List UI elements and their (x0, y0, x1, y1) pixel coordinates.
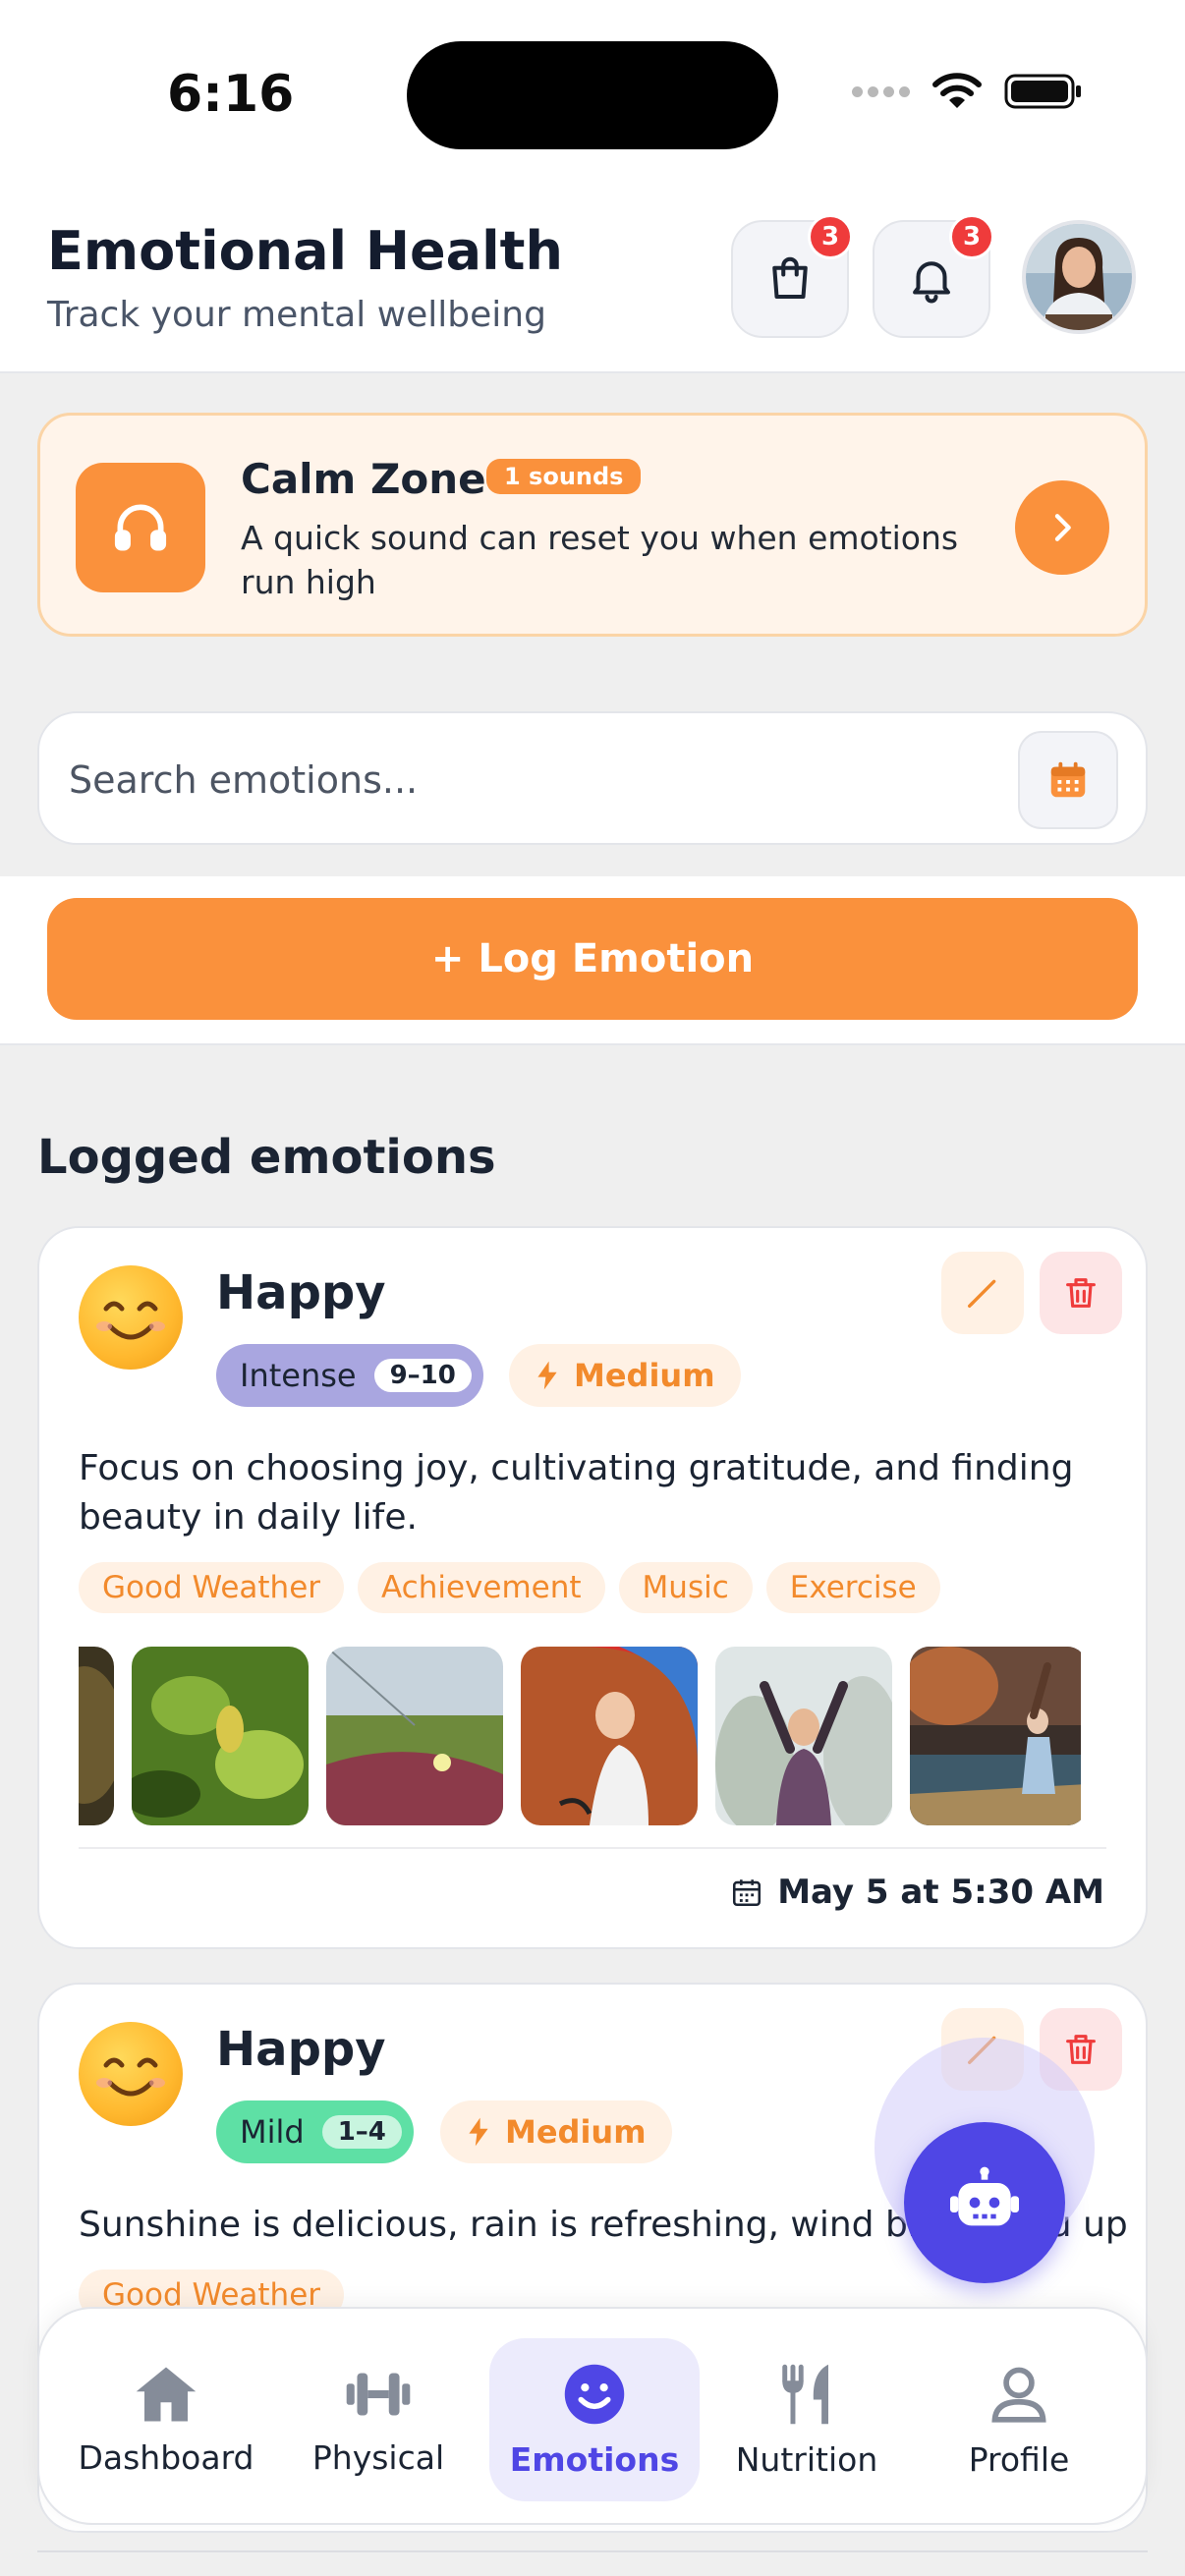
date-filter-button[interactable] (1018, 731, 1118, 829)
dynamic-island (407, 41, 778, 149)
nav-label: Physical (311, 2437, 445, 2477)
search-bar (37, 711, 1148, 845)
sounds-count-badge: 1 sounds (486, 459, 642, 494)
search-input[interactable] (69, 743, 992, 817)
calendar-small-icon (733, 1879, 762, 1907)
happy-emoji-icon (79, 2022, 183, 2126)
nav-physical[interactable]: Physical (273, 2338, 483, 2501)
bottom-navigation: Dashboard Physical Emotions Nutrition Pr… (37, 2307, 1148, 2525)
log-emotion-button[interactable]: + Log Emotion (47, 898, 1138, 1020)
tag[interactable]: Exercise (765, 1562, 940, 1613)
photo-thumbnail[interactable] (521, 1647, 698, 1825)
wifi-icon (932, 73, 982, 108)
status-icons (852, 73, 1083, 110)
cart-button[interactable]: 3 (731, 214, 853, 338)
calm-zone-description: A quick sound can reset you when emotion… (241, 519, 959, 601)
nav-label: Nutrition (735, 2439, 878, 2479)
chevron-right-icon (1054, 514, 1071, 541)
calm-zone-title: Calm Zone (241, 455, 486, 503)
section-title: Logged emotions (37, 1130, 496, 1185)
page-subtitle: Track your mental wellbeing (47, 295, 546, 335)
nav-label: Profile (968, 2439, 1070, 2479)
avatar[interactable] (1022, 220, 1136, 334)
photo-thumbnail[interactable] (326, 1647, 503, 1825)
trigger-tags: Good Weather Achievement Music Exercise (79, 1562, 940, 1613)
calm-zone-open-button[interactable] (1015, 480, 1109, 575)
happy-emoji-icon (79, 1265, 183, 1370)
lightning-icon (469, 2117, 488, 2147)
battery-icon (1004, 74, 1081, 109)
delete-button[interactable] (1040, 1252, 1122, 1334)
photo-thumbnail[interactable] (79, 1647, 114, 1825)
energy-badge: Medium (509, 1344, 741, 1407)
dumbbell-icon (346, 2372, 411, 2416)
log-emotion-bar: + Log Emotion (0, 876, 1185, 1045)
trash-icon (1066, 1278, 1096, 1308)
intensity-label: Mild (240, 2113, 305, 2151)
intensity-badge: Intense 9–10 (216, 1344, 483, 1407)
intensity-label: Intense (240, 1357, 357, 1394)
signal-icon (852, 85, 910, 97)
home-indicator (37, 2550, 1148, 2552)
intensity-range: 1–4 (321, 2115, 402, 2149)
notifications-button[interactable]: 3 (873, 214, 994, 338)
robot-icon (950, 2166, 1019, 2226)
calendar-icon (1050, 761, 1086, 798)
page-title: Emotional Health (47, 220, 563, 282)
emotion-description: Focus on choosing joy, cultivating grati… (79, 1448, 1074, 1538)
status-bar: 6:16 (0, 0, 1185, 187)
energy-label: Medium (505, 2113, 647, 2151)
home-icon (136, 2367, 197, 2421)
nav-label: Dashboard (78, 2437, 254, 2477)
nav-nutrition[interactable]: Nutrition (702, 2338, 912, 2501)
fork-knife-icon (782, 2364, 828, 2424)
shopping-bag-icon (772, 256, 808, 300)
nav-profile[interactable]: Profile (914, 2338, 1124, 2501)
intensity-badge: Mild 1–4 (216, 2100, 414, 2163)
ai-assistant-button[interactable] (904, 2122, 1065, 2283)
bell-icon (913, 261, 950, 304)
photo-thumbnail[interactable] (715, 1647, 892, 1825)
cart-badge: 3 (808, 214, 853, 259)
app-header: Emotional Health Track your mental wellb… (0, 187, 1185, 373)
user-icon (991, 2367, 1046, 2423)
tag[interactable]: Achievement (358, 1562, 605, 1613)
calm-zone-card[interactable]: Calm Zone 1 sounds A quick sound can res… (37, 413, 1148, 637)
nav-emotions[interactable]: Emotions (489, 2338, 700, 2501)
emotion-name: Happy (216, 1265, 386, 1320)
notification-badge: 3 (949, 214, 994, 259)
tag[interactable]: Good Weather (79, 1562, 345, 1613)
photo-thumbnail[interactable] (910, 1647, 1081, 1825)
status-time: 6:16 (167, 65, 295, 124)
edit-button[interactable] (941, 1252, 1024, 1334)
pencil-icon (968, 1279, 996, 1308)
intensity-range: 9–10 (373, 1359, 472, 1392)
smile-icon (564, 2364, 625, 2424)
energy-badge: Medium (440, 2100, 672, 2163)
energy-label: Medium (574, 1357, 715, 1394)
headphones-icon (76, 463, 205, 592)
card-divider (79, 1847, 1106, 1849)
nav-dashboard[interactable]: Dashboard (61, 2338, 271, 2501)
photo-strip[interactable] (79, 1647, 1081, 1827)
emotion-card[interactable]: Happy Intense 9–10 Medium Focus on choos… (37, 1226, 1148, 1949)
photo-thumbnail[interactable] (132, 1647, 309, 1825)
card-date: May 5 at 5:30 AM (730, 1873, 1104, 1912)
lightning-icon (537, 1361, 557, 1390)
trash-icon (1066, 2035, 1096, 2064)
emotion-name: Happy (216, 2022, 386, 2077)
card-date-text: May 5 at 5:30 AM (777, 1873, 1104, 1912)
tag[interactable]: Music (618, 1562, 753, 1613)
nav-label: Emotions (509, 2439, 680, 2479)
